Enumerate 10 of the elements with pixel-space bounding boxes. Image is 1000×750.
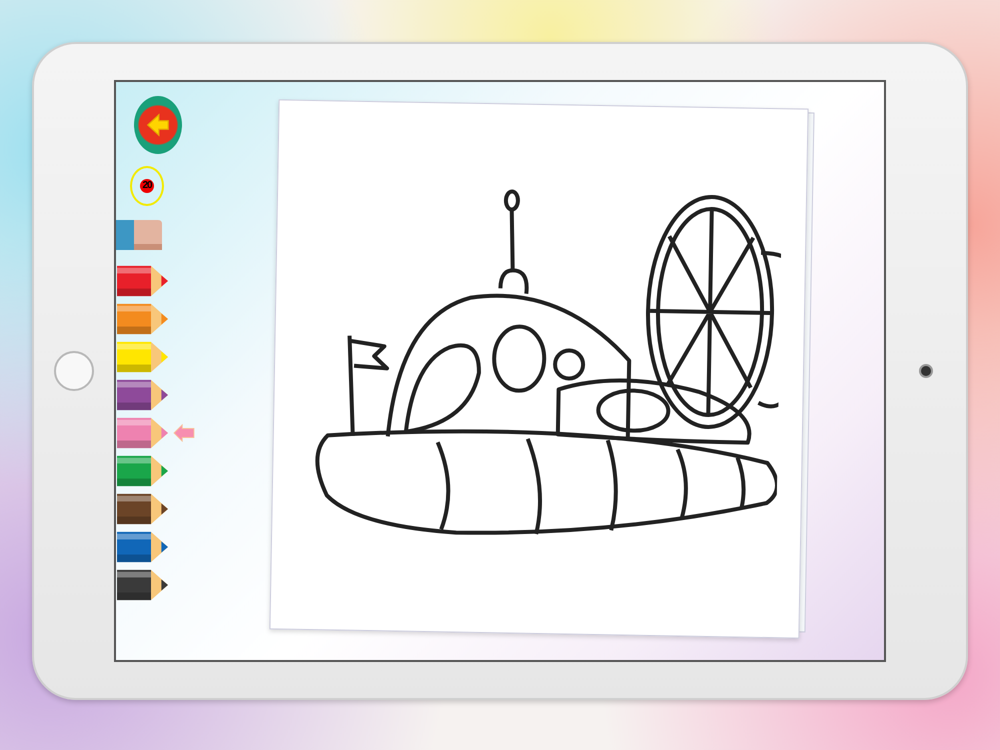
pencil-button[interactable] (116, 530, 169, 564)
drawing-paper[interactable] (269, 99, 809, 639)
brush-size-value: 20 (140, 179, 154, 193)
pencil-button[interactable] (116, 568, 169, 602)
pencil-button[interactable] (116, 378, 169, 412)
pencil-button[interactable] (116, 264, 169, 298)
pencil-button[interactable] (116, 492, 169, 526)
brush-size-indicator[interactable]: 20 (130, 166, 164, 206)
camera-lens (919, 364, 933, 378)
eraser-button[interactable] (116, 218, 162, 252)
